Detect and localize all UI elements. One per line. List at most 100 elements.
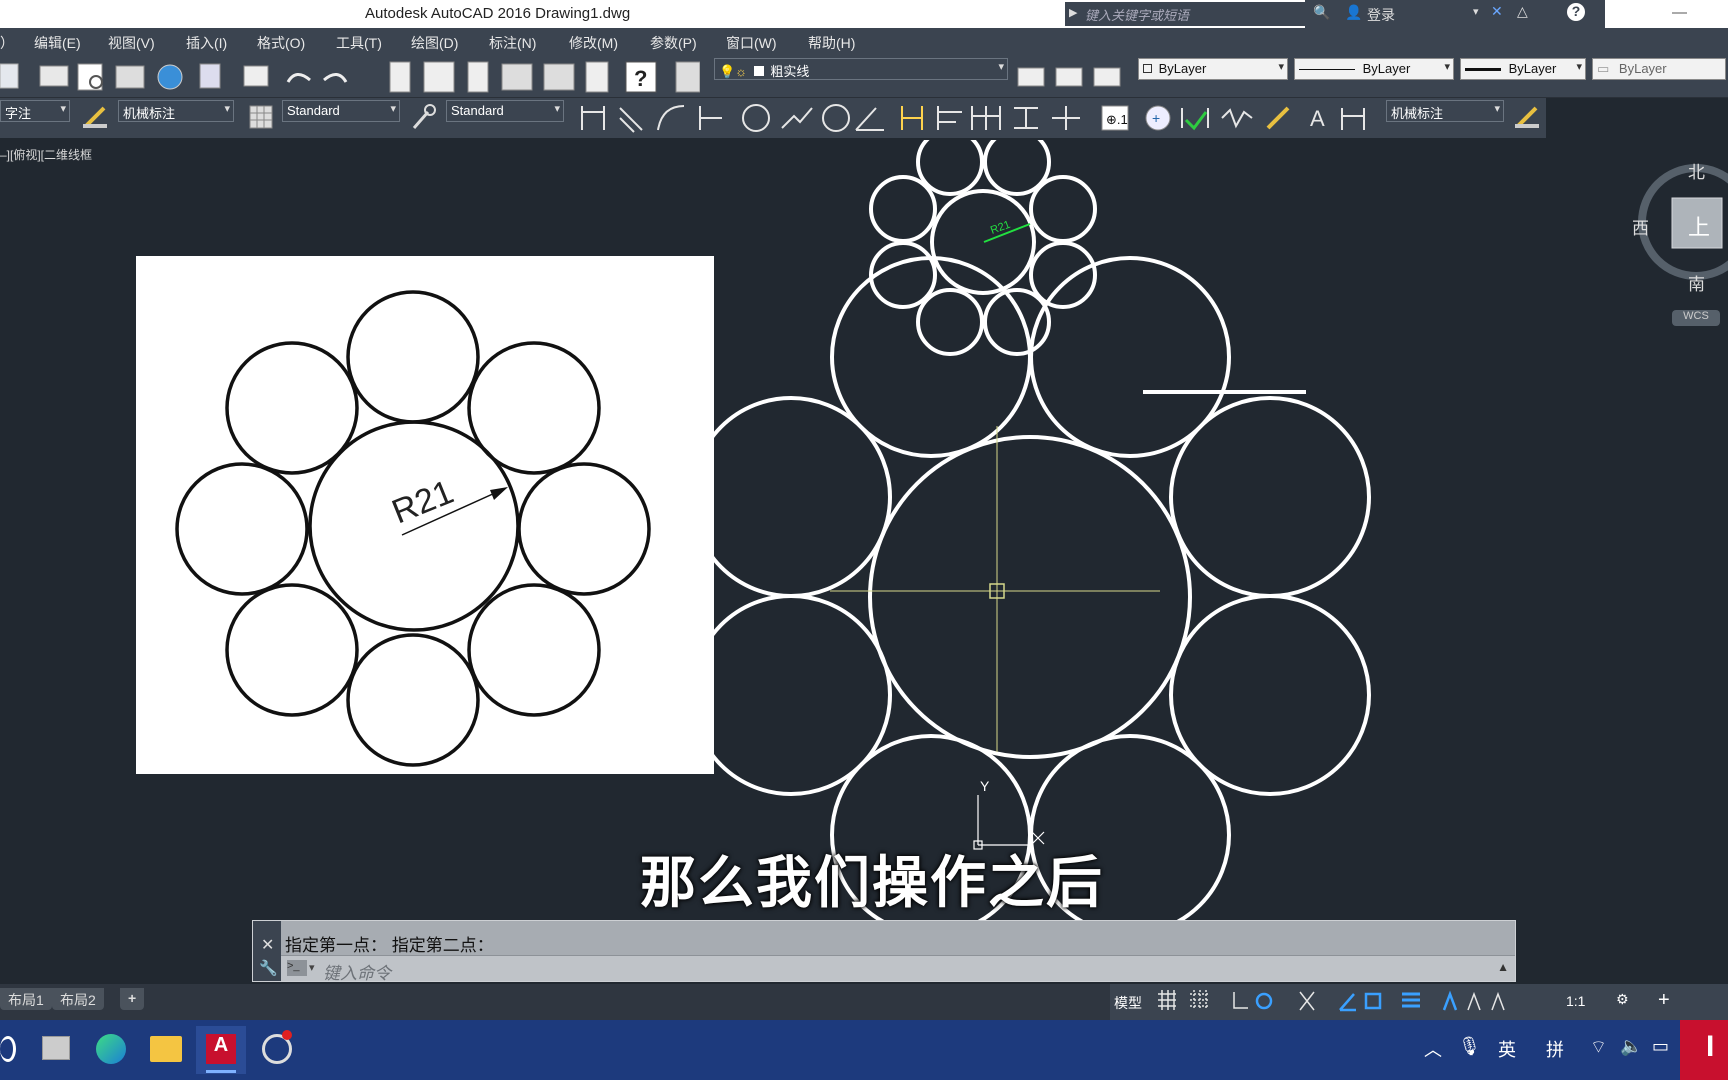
file-explorer-icon[interactable] [150, 1036, 182, 1062]
layer-combo[interactable]: 💡☼ 粗实线 ▾ [714, 58, 1008, 80]
exchange-icon[interactable]: ✕ [1491, 3, 1503, 20]
tray-chevron-up-icon[interactable]: ︿ [1424, 1036, 1442, 1062]
text-style-combo[interactable]: 字注 ▾ [0, 100, 70, 122]
ime-mode[interactable]: 拼 [1546, 1036, 1564, 1062]
cad-circle-outer-3 [1169, 396, 1371, 598]
dim-space-icon [1014, 107, 1038, 129]
publish-icon [115, 65, 145, 89]
match-properties-icon [199, 63, 221, 89]
text-style-combo-value: 字注 [5, 106, 32, 121]
table-style-icon[interactable] [246, 102, 276, 132]
reference-image[interactable]: R21 [136, 256, 714, 774]
expand-arrow-icon[interactable]: ▶ [1069, 6, 1077, 19]
autocad-taskbar-item[interactable]: A [196, 1026, 246, 1074]
login-link[interactable]: 登录 [1367, 5, 1395, 25]
search-input[interactable]: ▶ 键入关键字或短语 [1065, 2, 1305, 26]
notification-app-icon[interactable]: I [1680, 1020, 1728, 1080]
table-style-combo[interactable]: Standard ▾ [282, 100, 400, 122]
command-prompt-icon[interactable]: >_ [287, 960, 307, 976]
edge-icon[interactable] [96, 1034, 126, 1064]
menu-dimension[interactable]: 标注(N) [489, 33, 536, 53]
dim-style-manager-right-icon[interactable] [1512, 102, 1542, 132]
minimize-icon[interactable]: — [1672, 4, 1687, 21]
menu-window[interactable]: 窗口(W) [726, 33, 777, 53]
wrench-icon[interactable]: 🔧 [259, 959, 278, 977]
chevron-up-icon[interactable]: ▲ [1497, 960, 1509, 974]
taskbar: A ︿ 🎙 英 拼 ⌔ 🔈 ▭ I [0, 1020, 1728, 1080]
compass-north[interactable]: 北 [1688, 158, 1705, 183]
menu-view[interactable]: 视图(V) [108, 33, 155, 53]
task-view-icon[interactable] [42, 1036, 70, 1060]
chevron-down-icon[interactable]: ▾ [1473, 5, 1479, 18]
plot-icon [39, 65, 69, 87]
plus-icon[interactable]: + [1658, 989, 1670, 1012]
dim-style-combo[interactable]: 机械标注 ▾ [118, 100, 234, 122]
lineweight-icon [1402, 992, 1420, 1008]
menu-modify[interactable]: 修改(M) [569, 33, 618, 53]
menu-draw[interactable]: 绘图(D) [411, 33, 458, 53]
lineweight-combo[interactable]: ByLayer ▾ [1460, 58, 1586, 80]
command-placeholder: 键入命令 [323, 964, 391, 983]
cad-small-3 [1029, 175, 1097, 243]
compass-south[interactable]: 南 [1688, 270, 1705, 295]
microphone-icon[interactable]: 🎙 [1458, 1036, 1481, 1057]
search-icon[interactable] [0, 1036, 16, 1062]
chevron-down-icon: ▾ [1278, 61, 1284, 73]
battery-icon[interactable]: ▭ [1652, 1036, 1669, 1057]
dynamic-ucs-icon [1339, 993, 1356, 1012]
dim-style-manager-icon[interactable] [80, 102, 110, 132]
notification-dot [282, 1030, 292, 1040]
menu-help[interactable]: 帮助(H) [808, 33, 855, 53]
ime-language[interactable]: 英 [1498, 1036, 1516, 1062]
gear-icon[interactable]: ⚙ [1616, 991, 1629, 1008]
undo-icon [286, 73, 311, 83]
close-icon[interactable]: ✕ [261, 935, 274, 955]
infocenter-toolbar: 🔍 👤 登录 ▾ ✕ △ ? [1305, 0, 1605, 28]
wcs-menu[interactable]: WCS [1672, 310, 1720, 326]
tab-layout1[interactable]: 布局1 [0, 988, 52, 1010]
linetype-combo[interactable]: ByLayer ▾ [1294, 58, 1454, 80]
autocad-icon: A [206, 1034, 236, 1064]
plotstyle-combo-value: ByLayer [1618, 61, 1667, 76]
linetype-combo-value: ByLayer [1362, 61, 1411, 76]
wifi-icon[interactable]: ⌔ [1590, 1036, 1607, 1059]
menu-tools[interactable]: 工具(T) [336, 33, 382, 53]
video-subtitle: 那么我们操作之后 [640, 851, 1104, 914]
menu-format[interactable]: 格式(O) [257, 33, 305, 53]
user-icon[interactable]: 👤 [1345, 4, 1362, 21]
chevron-down-icon[interactable]: ▾ [309, 961, 315, 974]
multileader-style-combo[interactable]: Standard ▾ [446, 100, 564, 122]
annotation-scale-value[interactable]: 1:1 [1566, 993, 1585, 1009]
command-window: ✕ 🔧 指定第一点： 指定第二点： >_ ▾ 键入命令 ▲ [252, 920, 1516, 983]
viewcube[interactable]: 北 西 南 上 WCS [1632, 158, 1728, 338]
multileader-style-icon[interactable] [408, 102, 438, 132]
ordinate-dim-icon [699, 106, 722, 130]
tab-layout2[interactable]: 布局2 [52, 988, 104, 1010]
menu-insert[interactable]: 插入(I) [186, 33, 227, 53]
binoculars-icon[interactable]: 🔍 [1313, 4, 1330, 21]
help-icon[interactable]: ? [1567, 3, 1585, 21]
menu-edit[interactable]: 编辑(E) [34, 33, 81, 53]
lineweight-combo-value: ByLayer [1508, 61, 1557, 76]
command-window-handle[interactable]: ✕ 🔧 [253, 921, 281, 981]
cad-small-6 [916, 288, 984, 356]
radius-dim-icon [742, 104, 770, 132]
compass-west[interactable]: 西 [1632, 214, 1649, 239]
volume-icon[interactable]: 🔈 [1620, 1036, 1642, 1057]
ref-circle-6 [225, 583, 359, 717]
jogged-linear-icon [1221, 108, 1253, 129]
layer-state-icon [1093, 67, 1121, 87]
redo-icon [323, 73, 348, 83]
color-combo[interactable]: ByLayer ▾ [1138, 58, 1288, 80]
menu-file[interactable]: ） [0, 33, 14, 53]
ortho-icon [1233, 992, 1248, 1009]
autodesk-a360-icon[interactable]: △ [1517, 3, 1528, 20]
dim-style-combo-right[interactable]: 机械标注 ▾ [1386, 100, 1504, 122]
plotstyle-combo[interactable]: ▭ ByLayer [1592, 58, 1726, 80]
cad-circle-outer-8 [690, 396, 892, 598]
viewcube-top-label: 上 [1688, 215, 1711, 240]
add-layout-icon[interactable]: + [120, 988, 145, 1010]
command-input[interactable]: >_ ▾ 键入命令 ▲ [281, 955, 1515, 983]
menu-parametric[interactable]: 参数(P) [650, 33, 697, 53]
model-space-button[interactable]: 模型 [1114, 993, 1142, 1013]
